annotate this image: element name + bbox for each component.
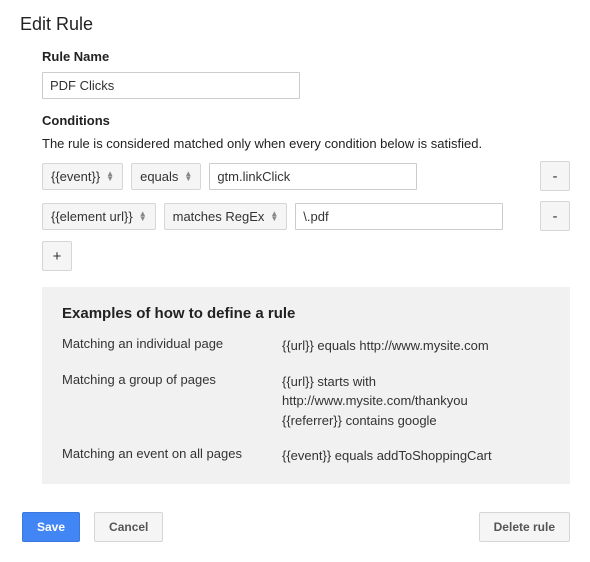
conditions-label: Conditions	[42, 113, 570, 128]
variable-value: {{element url}}	[51, 209, 133, 224]
variable-selector[interactable]: {{element url}} ▲▼	[42, 203, 156, 230]
example-body: {{url}} starts with http://www.mysite.co…	[282, 372, 550, 431]
condition-value-input[interactable]	[295, 203, 503, 230]
example-label: Matching an individual page	[62, 336, 282, 356]
operator-value: equals	[140, 169, 178, 184]
rule-name-label: Rule Name	[42, 49, 570, 64]
condition-value-input[interactable]	[209, 163, 417, 190]
variable-selector[interactable]: {{event}} ▲▼	[42, 163, 123, 190]
example-body: {{event}} equals addToShoppingCart	[282, 446, 550, 466]
example-row: Matching an individual page {{url}} equa…	[62, 336, 550, 356]
remove-condition-button[interactable]: -	[540, 161, 570, 191]
stepper-icon: ▲▼	[184, 171, 192, 181]
delete-rule-button[interactable]: Delete rule	[479, 512, 570, 542]
rule-name-input[interactable]	[42, 72, 300, 99]
example-label: Matching a group of pages	[62, 372, 282, 431]
remove-condition-button[interactable]: -	[540, 201, 570, 231]
cancel-button[interactable]: Cancel	[94, 512, 163, 542]
footer: Save Cancel Delete rule	[20, 512, 570, 542]
example-row: Matching a group of pages {{url}} starts…	[62, 372, 550, 431]
stepper-icon: ▲▼	[139, 211, 147, 221]
stepper-icon: ▲▼	[106, 171, 114, 181]
examples-title: Examples of how to define a rule	[62, 305, 550, 322]
example-label: Matching an event on all pages	[62, 446, 282, 466]
save-button[interactable]: Save	[22, 512, 80, 542]
page-title: Edit Rule	[20, 14, 570, 35]
example-body: {{url}} equals http://www.mysite.com	[282, 336, 550, 356]
example-row: Matching an event on all pages {{event}}…	[62, 446, 550, 466]
variable-value: {{event}}	[51, 169, 100, 184]
condition-row: {{element url}} ▲▼ matches RegEx ▲▼ -	[42, 201, 570, 231]
operator-selector[interactable]: matches RegEx ▲▼	[164, 203, 288, 230]
conditions-helper: The rule is considered matched only when…	[42, 136, 570, 151]
condition-row: {{event}} ▲▼ equals ▲▼ -	[42, 161, 570, 191]
operator-value: matches RegEx	[173, 209, 265, 224]
examples-panel: Examples of how to define a rule Matchin…	[42, 287, 570, 484]
add-condition-button[interactable]: +	[42, 241, 72, 271]
stepper-icon: ▲▼	[270, 211, 278, 221]
operator-selector[interactable]: equals ▲▼	[131, 163, 201, 190]
